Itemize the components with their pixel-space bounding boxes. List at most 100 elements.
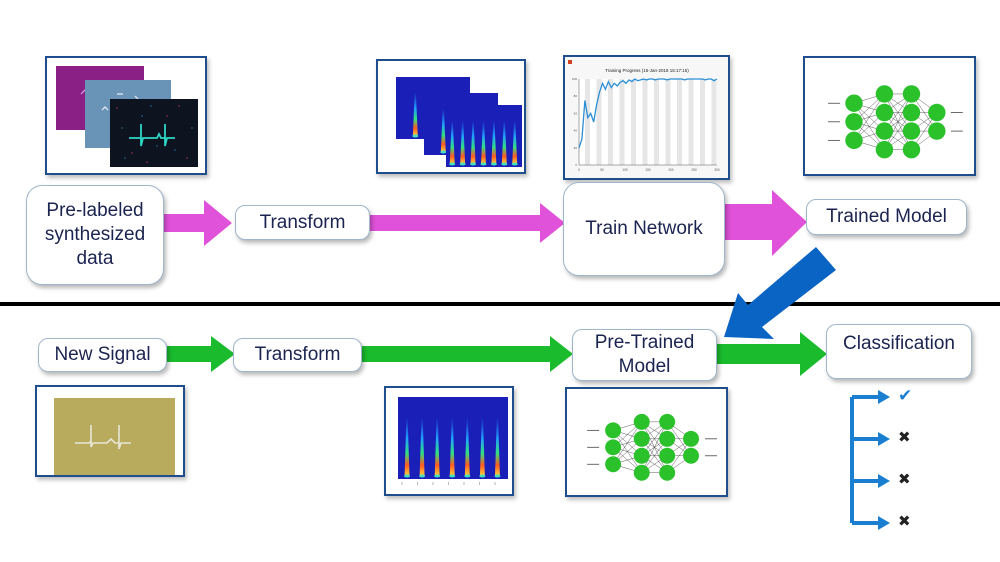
epoch-band	[585, 79, 590, 165]
trained-network-thumbnail	[803, 56, 976, 176]
spectrogram-base	[404, 474, 411, 478]
x-icon: ✖	[898, 512, 911, 530]
x-tick-label: 300	[714, 168, 720, 172]
spectrogram-base	[490, 162, 497, 166]
spectrogram-base	[434, 474, 441, 478]
neuron	[683, 447, 699, 464]
pre-labeled-data-node: Pre-labeled synthesized data	[26, 185, 164, 285]
neuron	[605, 422, 622, 439]
classification-label: Classification	[843, 333, 955, 354]
neuron	[902, 140, 921, 159]
spectrogram-base	[464, 474, 471, 478]
epoch-band	[619, 79, 625, 165]
x-tick-label: 250	[691, 168, 697, 172]
neuron	[875, 85, 894, 103]
neuron	[605, 439, 622, 456]
spectrogram-base	[494, 474, 501, 478]
spectrogram-thumbnail	[384, 386, 514, 496]
train-network-node: Train Network	[563, 182, 725, 276]
section-divider	[0, 302, 1000, 306]
y-tick-label: 60	[574, 111, 578, 115]
branch-arrowhead	[878, 516, 890, 530]
neuron	[845, 131, 863, 150]
spectrogram-image	[386, 388, 512, 494]
y-tick-label: 100	[572, 77, 577, 81]
pre-trained-model-label: Pre-Trained Model	[594, 332, 695, 377]
neural-network-image	[828, 85, 963, 159]
spectrogram-base	[419, 474, 426, 478]
check-icon: ✔	[898, 386, 913, 406]
epoch-band	[688, 79, 694, 165]
transform-node-training: Transform	[235, 205, 370, 240]
spectrogram-base	[440, 150, 447, 154]
neuron	[875, 103, 894, 122]
neuron	[845, 113, 863, 131]
y-tick-label: 20	[574, 146, 578, 150]
neuron	[875, 140, 894, 159]
x-tick-label: 150	[645, 168, 651, 172]
epoch-band	[677, 79, 682, 165]
neuron	[902, 103, 921, 122]
arrow-to-transform	[164, 200, 232, 246]
plot-title: Training Progress (15-Jan-2018 16:17:15)	[605, 68, 689, 73]
classification-node: Classification	[826, 324, 972, 379]
neuron	[633, 413, 650, 430]
spectrogram-base	[511, 162, 518, 166]
synthesized-signals-thumbnail	[45, 56, 207, 175]
spectrogram-base	[479, 474, 486, 478]
neuron	[605, 456, 622, 473]
neuron	[633, 430, 650, 447]
neuron	[633, 447, 650, 464]
neuron	[633, 464, 650, 481]
ecg-signal-image	[54, 398, 175, 475]
spectrogram-base	[480, 162, 487, 166]
x-icon: ✖	[898, 428, 911, 446]
pre-trained-model-node: Pre-Trained Model	[572, 329, 717, 381]
spectrogram-base	[449, 162, 456, 166]
train-network-label: Train Network	[585, 218, 703, 239]
neuron	[659, 447, 676, 464]
arrow-to-classification	[714, 332, 827, 376]
epoch-band	[654, 79, 659, 165]
spectrogram-base	[449, 474, 456, 478]
window-icon	[568, 60, 572, 64]
neuron	[683, 430, 699, 447]
neuron	[659, 413, 676, 430]
epoch-band	[711, 79, 717, 165]
trained-model-node: Trained Model	[806, 199, 967, 235]
spectrogram-base	[412, 134, 419, 138]
neuron	[659, 430, 676, 447]
stacked-spectrograms-image	[396, 77, 522, 167]
epoch-band	[700, 79, 705, 165]
neural-network-image-inference	[587, 413, 718, 481]
classification-branch	[850, 390, 890, 530]
spectrogram-base	[459, 162, 466, 166]
neuron	[902, 122, 921, 140]
y-tick-label: 40	[574, 129, 578, 133]
epoch-band	[642, 79, 648, 165]
arrow-to-train-network	[370, 203, 565, 243]
pre-labeled-data-label: Pre-labeled synthesized data	[44, 200, 146, 269]
pre-trained-network-thumbnail	[565, 387, 728, 497]
neuron	[659, 464, 676, 481]
new-signal-thumbnail	[35, 385, 185, 477]
branch-arrowhead	[878, 390, 890, 404]
branch-arrowhead	[878, 432, 890, 446]
transform-label-inference: Transform	[254, 344, 341, 365]
new-signal-label: New Signal	[54, 344, 151, 365]
transform-node-inference: Transform	[233, 338, 362, 372]
neuron	[902, 85, 921, 103]
x-tick-label: 50	[600, 168, 604, 172]
spectrogram-stack-thumbnail	[376, 59, 526, 174]
epoch-band	[608, 79, 613, 165]
new-signal-node: New Signal	[38, 338, 167, 372]
stacked-signals-image	[56, 66, 198, 167]
training-progress-plot: Training Progress (15-Jan-2018 16:17:15)…	[565, 57, 728, 178]
x-icon: ✖	[898, 470, 911, 488]
spectrogram-base	[470, 162, 477, 166]
transform-label: Transform	[259, 211, 346, 233]
arrow-to-pre-trained-model	[362, 336, 573, 372]
x-tick-label: 200	[668, 168, 674, 172]
x-tick-label: 100	[622, 168, 628, 172]
x-tick-label: 0	[578, 168, 580, 172]
